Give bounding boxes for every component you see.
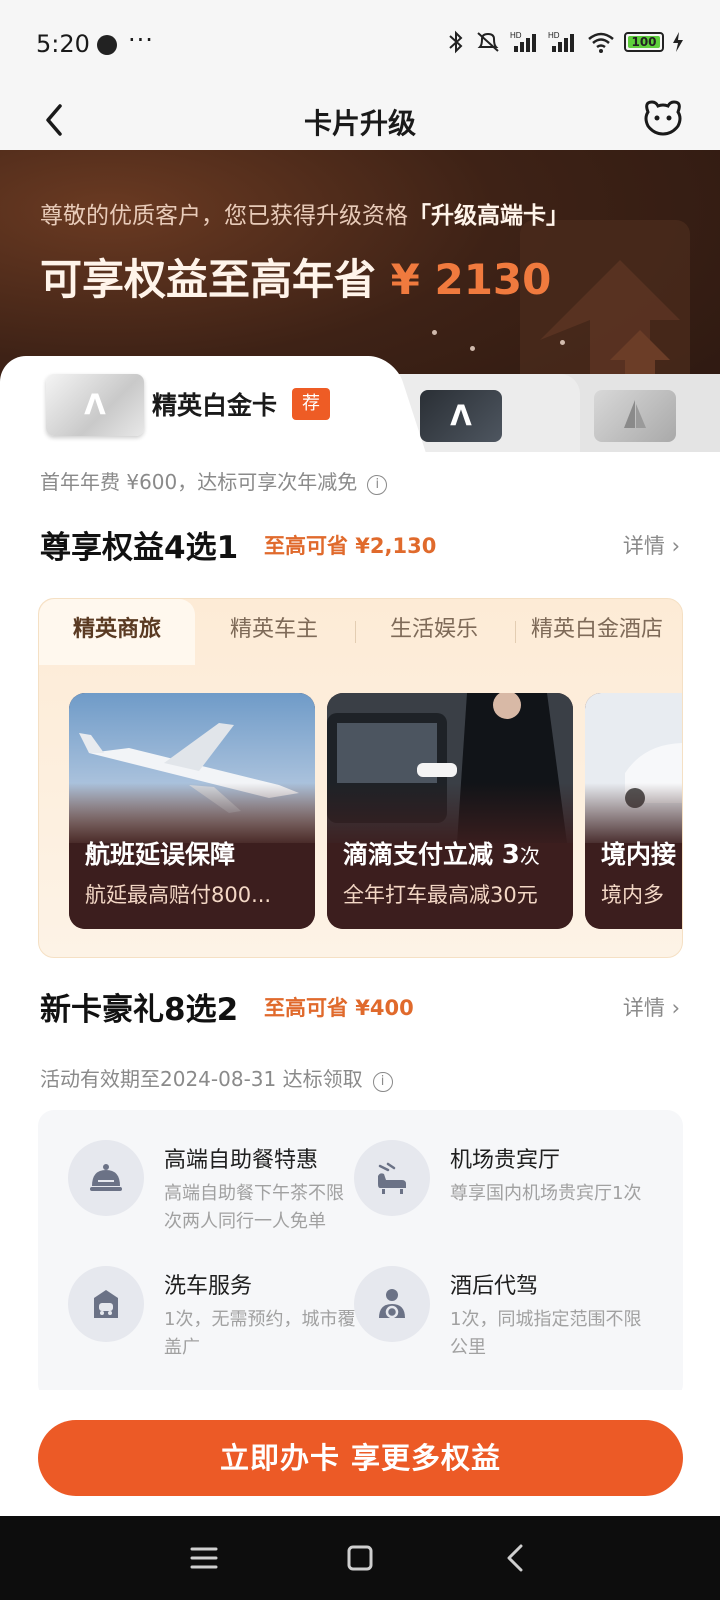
benefits-panel: 精英商旅 精英车主 生活娱乐 精英白金酒店 航班延误保障 航延最高赔付800..… [38,598,683,958]
info-icon[interactable]: i [367,475,388,495]
gifts-detail-link[interactable]: 详情 › [623,992,680,1022]
benefit-title: 滴滴支付立减 3次 [343,840,540,870]
info-icon[interactable]: i [372,1072,393,1092]
black-card-image: Λ [420,390,502,442]
page-title: 卡片升级 [303,107,416,140]
tab-lifestyle[interactable]: 生活娱乐 [359,599,509,665]
system-nav-bar [0,1516,720,1600]
status-bar: 5:20 ··· HD HD 100 [0,0,720,90]
gifts-title: 新卡豪礼8选2 [40,992,239,1028]
gift-name: 高端自助餐特惠 [164,1148,319,1173]
hero-eligibility-text: 尊敬的优质客户，您已获得升级资格「升级高端卡」 [40,203,569,229]
charging-icon [673,32,683,52]
cloche-icon [68,1140,144,1216]
benefits-detail-link[interactable]: 详情 › [623,530,680,560]
card-selector: Λ 精英白金卡 荐 Λ [0,356,720,452]
more-notifications-icon: ··· [128,26,154,54]
gifts-valid-note: 活动有效期至2024-08-31 达标领取 i [40,1063,393,1092]
benefit-subtitle: 全年打车最高减30元 [343,883,538,907]
gift-name: 酒后代驾 [450,1274,539,1299]
lounge-chair-icon [354,1140,430,1216]
recommend-badge: 荐 [292,388,330,420]
notification-icon [97,35,117,55]
gift-item-designated-driver[interactable]: 酒后代驾 1次，同城指定范围不限公里 [324,1236,641,1358]
gift-name: 机场贵宾厅 [450,1148,561,1173]
benefit-card-flight-delay[interactable]: 航班延误保障 航延最高赔付800... [69,693,315,929]
back-nav-icon[interactable] [496,1538,536,1578]
wifi-icon [588,32,614,53]
silver-card-image [594,390,676,442]
benefit-title: 境内接 [601,840,677,869]
status-icons: HD HD 100 [446,30,684,54]
signal-icon: HD [510,31,536,52]
platinum-card-image: Λ [46,374,144,436]
gifts-save-amount: 至高可省 ¥400 [264,996,414,1020]
benefit-subtitle: 境内多 [601,883,664,907]
signal-icon-2: HD [548,31,574,52]
apply-card-button[interactable]: 立即办卡 享更多权益 [38,1420,683,1496]
benefit-subtitle: 航延最高赔付800... [85,883,272,907]
cta-bar: 立即办卡 享更多权益 [0,1390,720,1516]
gifts-panel: 高端自助餐特惠 高端自助餐下午茶不限次两人同行一人免单 机场贵宾厅 尊享国内机场… [38,1110,683,1400]
status-time: 5:20 [36,30,90,58]
tab-car-owner[interactable]: 精英车主 [199,599,349,665]
annual-fee-note: 首年年费 ¥600，达标可享次年减免 i [40,466,388,495]
menu-icon[interactable] [184,1538,224,1578]
benefit-title: 航班延误保障 [85,840,236,869]
gift-item-car-wash[interactable]: 洗车服务 1次，无需预约，城市覆盖广 [38,1236,355,1358]
tab-platinum-hotel[interactable]: 精英白金酒店 [517,599,677,665]
gift-name: 洗车服务 [164,1274,253,1299]
hero-savings-amount: ¥ 2130 [390,255,552,304]
home-icon[interactable] [340,1538,380,1578]
benefits-title: 尊享权益4选1 [40,530,239,566]
tab-business-travel[interactable]: 精英商旅 [39,599,195,665]
active-card-name: 精英白金卡 [152,391,278,420]
gift-item-lounge[interactable]: 机场贵宾厅 尊享国内机场贵宾厅1次 [324,1110,641,1220]
benefit-card-airport-transfer[interactable]: 境内接 境内多 [585,693,682,929]
hero-savings-text: 可享权益至高年省 ¥ 2130 [40,255,552,304]
benefit-card-didi[interactable]: 滴滴支付立减 3次 全年打车最高减30元 [327,693,573,929]
gift-item-buffet[interactable]: 高端自助餐特惠 高端自助餐下午茶不限次两人同行一人免单 [38,1110,344,1232]
driver-icon [354,1266,430,1342]
upgrade-card-highlight: 「升级高端卡」 [408,203,569,229]
mute-icon [477,32,499,52]
battery-icon: 100 [624,32,664,52]
svg-text:HD: HD [548,31,560,40]
gift-desc: 1次，同城指定范围不限公里 [450,1309,642,1358]
gift-desc: 尊享国内机场贵宾厅1次 [450,1183,642,1204]
car-wash-icon [68,1266,144,1342]
svg-text:HD: HD [510,31,522,40]
header: 卡片升级 [0,90,720,150]
battery-level: 100 [631,35,657,49]
bluetooth-icon [449,30,463,54]
assistant-bot-icon[interactable] [640,94,686,140]
benefits-save-amount: 至高可省 ¥2,130 [264,534,437,558]
